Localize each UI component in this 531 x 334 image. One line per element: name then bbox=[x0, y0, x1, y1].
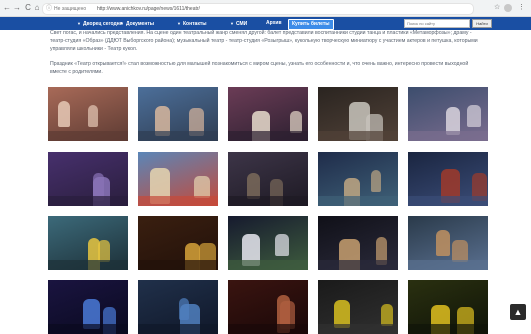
scroll-up-icon[interactable]: ▲ bbox=[510, 304, 526, 320]
reload-icon[interactable]: C bbox=[24, 2, 32, 13]
nav-item-label: Документы bbox=[125, 21, 155, 27]
browser-toolbar: ← → C ⌂ ⓘ Не защищено http://www.anichko… bbox=[0, 0, 531, 17]
chevron-down-icon: ▼ bbox=[120, 21, 124, 26]
home-icon[interactable]: ⌂ bbox=[33, 2, 41, 13]
gallery-photo[interactable] bbox=[138, 216, 218, 270]
info-icon[interactable]: ⓘ bbox=[46, 4, 52, 14]
article-paragraph: Праздник «Театр открывается!» стал возмо… bbox=[50, 61, 469, 75]
search-button[interactable]: Найти bbox=[472, 19, 492, 28]
search-input[interactable]: Поиск по сайту bbox=[404, 19, 470, 28]
gallery-photo[interactable] bbox=[318, 216, 398, 270]
nav-item-documents[interactable]: ▼ Документы bbox=[120, 17, 154, 30]
gallery-photo[interactable] bbox=[48, 216, 128, 270]
buy-tickets-button[interactable]: Купить билеты bbox=[288, 19, 334, 30]
gallery-photo[interactable] bbox=[318, 87, 398, 141]
gallery-photo[interactable] bbox=[138, 152, 218, 206]
gallery-photo[interactable] bbox=[228, 152, 308, 206]
nav-item-contacts[interactable]: ▼ Контакты bbox=[177, 17, 207, 30]
gallery-photo[interactable] bbox=[408, 87, 488, 141]
security-label: Не защищено bbox=[54, 6, 87, 12]
chevron-down-icon: ▼ bbox=[77, 21, 81, 26]
nav-item-archive[interactable]: Архив bbox=[266, 17, 282, 30]
chevron-down-icon: ▼ bbox=[230, 21, 234, 26]
nav-item-media[interactable]: ▼ СМИ bbox=[230, 17, 247, 30]
nav-item-label: Контакты bbox=[182, 21, 207, 27]
back-icon[interactable]: ← bbox=[3, 2, 11, 13]
gallery-photo[interactable] bbox=[228, 87, 308, 141]
nav-item-label: Архив bbox=[266, 20, 282, 26]
address-bar[interactable]: ⓘ Не защищено http://www.anichkov.ru/pag… bbox=[42, 3, 474, 15]
gallery-photo[interactable] bbox=[318, 152, 398, 206]
site-nav: ▼ Дворец сегодня ▼ Документы ▼ Контакты ▼ СМ… bbox=[0, 17, 531, 30]
gallery-photo[interactable] bbox=[138, 87, 218, 141]
url-text[interactable]: http://www.anichkov.ru/page/news/1611/th… bbox=[97, 4, 200, 14]
gallery-photo[interactable] bbox=[48, 87, 128, 141]
chevron-down-icon: ▼ bbox=[177, 21, 181, 26]
avatar[interactable] bbox=[504, 4, 512, 12]
menu-icon[interactable]: ⋮ bbox=[518, 2, 525, 13]
nav-item-label: СМИ bbox=[235, 21, 248, 27]
bookmark-star-icon[interactable]: ☆ bbox=[494, 2, 500, 13]
gallery-photo[interactable] bbox=[48, 152, 128, 206]
article-paragraph: Свет погас, и начались представления. На… bbox=[50, 30, 478, 52]
gallery-photo[interactable] bbox=[408, 152, 488, 206]
gallery-photo[interactable] bbox=[228, 216, 308, 270]
nav-item-palace-today[interactable]: ▼ Дворец сегодня bbox=[77, 17, 123, 30]
nav-item-label: Дворец сегодня bbox=[82, 21, 123, 27]
gallery-photo[interactable] bbox=[408, 216, 488, 270]
forward-icon[interactable]: → bbox=[13, 2, 21, 13]
